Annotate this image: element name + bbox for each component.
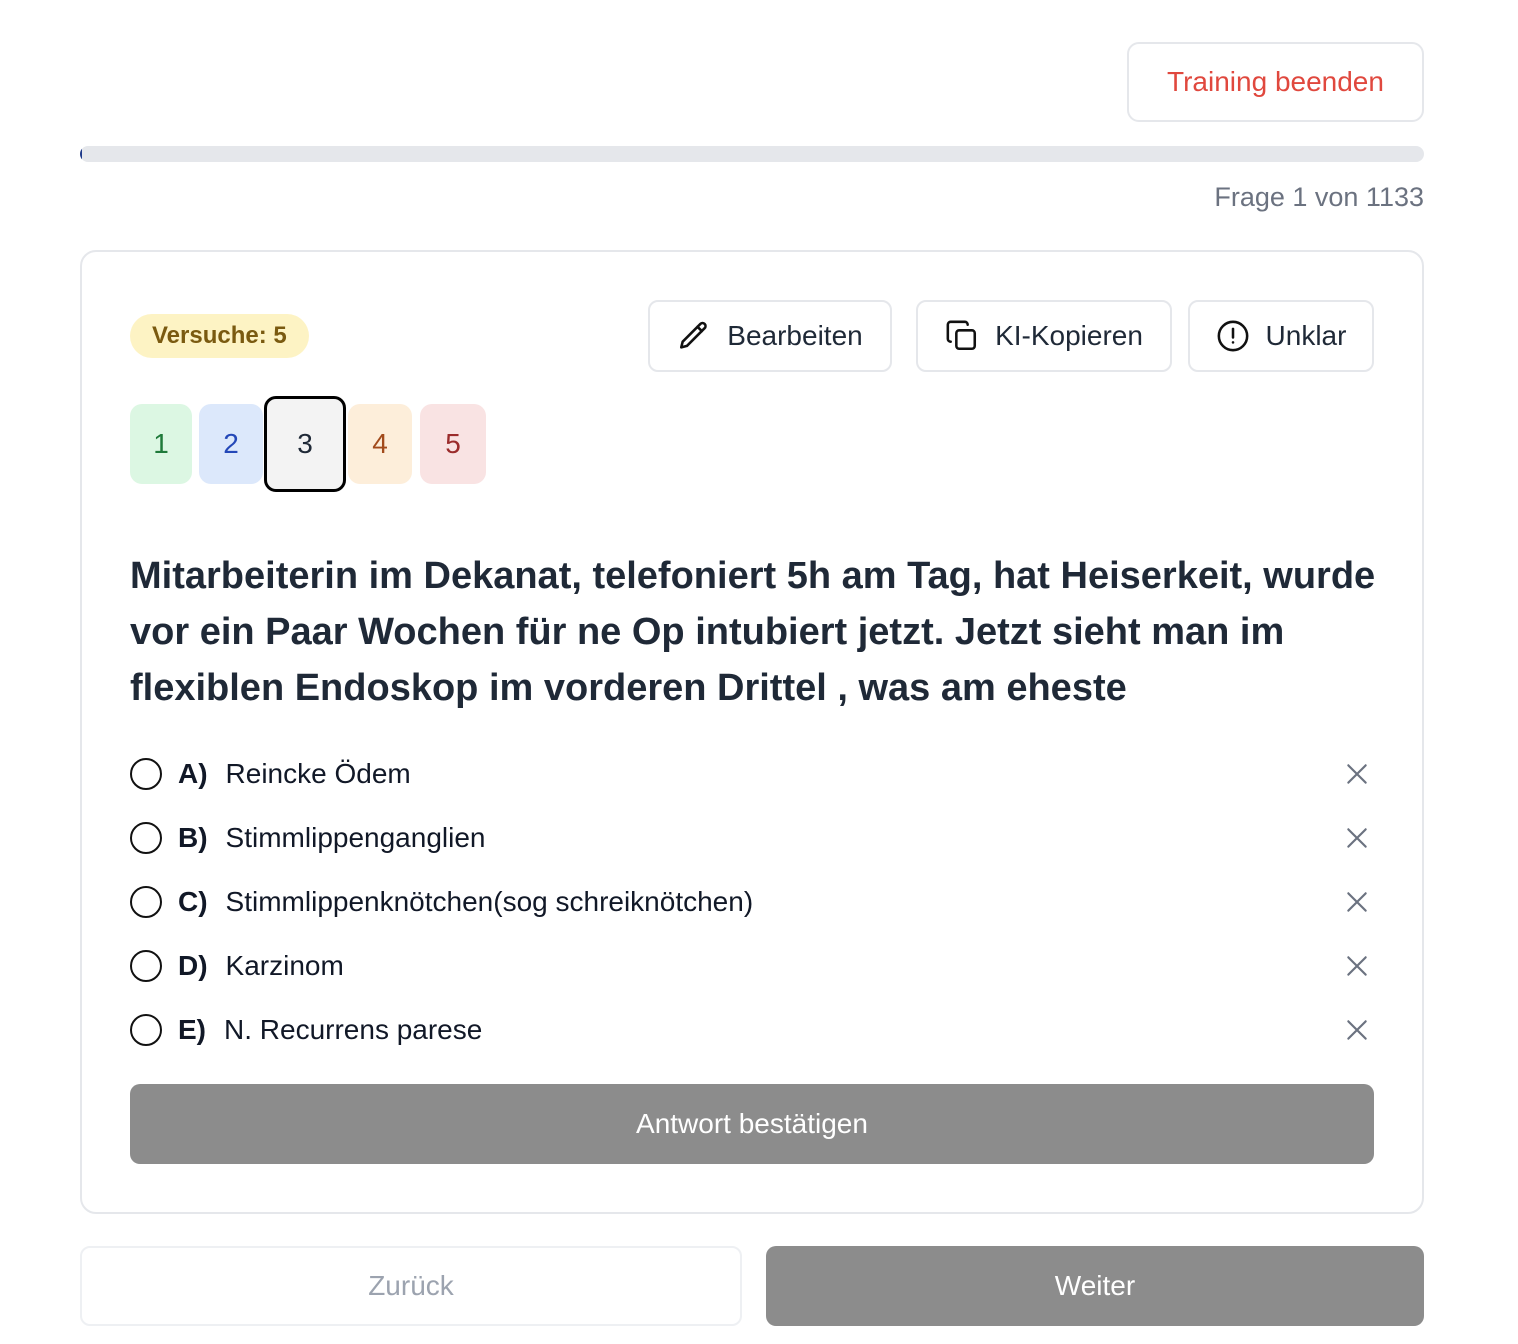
option-text: Karzinom: [225, 950, 344, 981]
strike-option-close-icon[interactable]: [1344, 761, 1370, 787]
confirm-answer-button[interactable]: Antwort bestätigen: [130, 1084, 1374, 1164]
edit-button[interactable]: Bearbeiten: [648, 300, 892, 372]
training-page: Training beenden Frage 1 von 1133 Versuc…: [0, 0, 1518, 1344]
rating-button-4[interactable]: 4: [348, 404, 412, 484]
question-text: Mitarbeiterin im Dekanat, telefoniert 5h…: [130, 555, 1376, 709]
radio-button[interactable]: [130, 950, 162, 982]
rating-button-2[interactable]: 2: [199, 404, 263, 484]
option-letter: E): [178, 1014, 206, 1045]
answer-options: A) Reincke Ödem B) Stimmlippenganglien C…: [130, 742, 1380, 1062]
edit-button-label: Bearbeiten: [727, 320, 863, 351]
option-text: Stimmlippenganglien: [225, 822, 486, 853]
attempts-badge: Versuche: 5: [130, 314, 309, 358]
rating-button-3[interactable]: 3: [264, 396, 346, 492]
option-text: N. Recurrens parese: [224, 1014, 483, 1045]
radio-button[interactable]: [130, 1014, 162, 1046]
progress-bar-fill: [80, 146, 82, 162]
answer-option-d[interactable]: D) Karzinom: [130, 934, 1380, 998]
question-counter: Frage 1 von 1133: [1214, 182, 1424, 212]
option-text: Reincke Ödem: [225, 758, 411, 789]
answer-option-a[interactable]: A) Reincke Ödem: [130, 742, 1380, 806]
option-letter: D): [178, 950, 208, 981]
unclear-button-label: Unklar: [1265, 320, 1347, 351]
rating-button-5[interactable]: 5: [420, 404, 486, 484]
progress-bar: [80, 146, 1424, 162]
answer-option-b[interactable]: B) Stimmlippenganglien: [130, 806, 1380, 870]
answer-option-c[interactable]: C) Stimmlippenknötchen(sog schreiknötche…: [130, 870, 1380, 934]
radio-button[interactable]: [130, 822, 162, 854]
option-letter: A): [178, 758, 208, 789]
copy-icon: [946, 320, 977, 351]
option-letter: B): [178, 822, 208, 853]
strike-option-close-icon[interactable]: [1344, 889, 1370, 915]
option-letter: C): [178, 886, 208, 917]
radio-button[interactable]: [130, 886, 162, 918]
strike-option-close-icon[interactable]: [1344, 1017, 1370, 1043]
ai-copy-button-label: KI-Kopieren: [995, 320, 1143, 351]
option-text: Stimmlippenknötchen(sog schreiknötchen): [225, 886, 754, 917]
answer-option-e[interactable]: E) N. Recurrens parese: [130, 998, 1380, 1062]
unclear-button[interactable]: Unklar: [1188, 300, 1374, 372]
ai-copy-button[interactable]: KI-Kopieren: [916, 300, 1172, 372]
alert-circle-icon: [1217, 320, 1248, 352]
end-training-button[interactable]: Training beenden: [1127, 42, 1424, 122]
pencil-icon: [680, 321, 708, 349]
strike-option-close-icon[interactable]: [1344, 825, 1370, 851]
strike-option-close-icon[interactable]: [1344, 953, 1370, 979]
next-button[interactable]: Weiter: [766, 1246, 1424, 1326]
rating-button-1[interactable]: 1: [130, 404, 192, 484]
question-card: Versuche: 5 Bearbeiten KI-Kopieren Unkla…: [80, 250, 1424, 1214]
back-button[interactable]: Zurück: [80, 1246, 742, 1326]
radio-button[interactable]: [130, 758, 162, 790]
